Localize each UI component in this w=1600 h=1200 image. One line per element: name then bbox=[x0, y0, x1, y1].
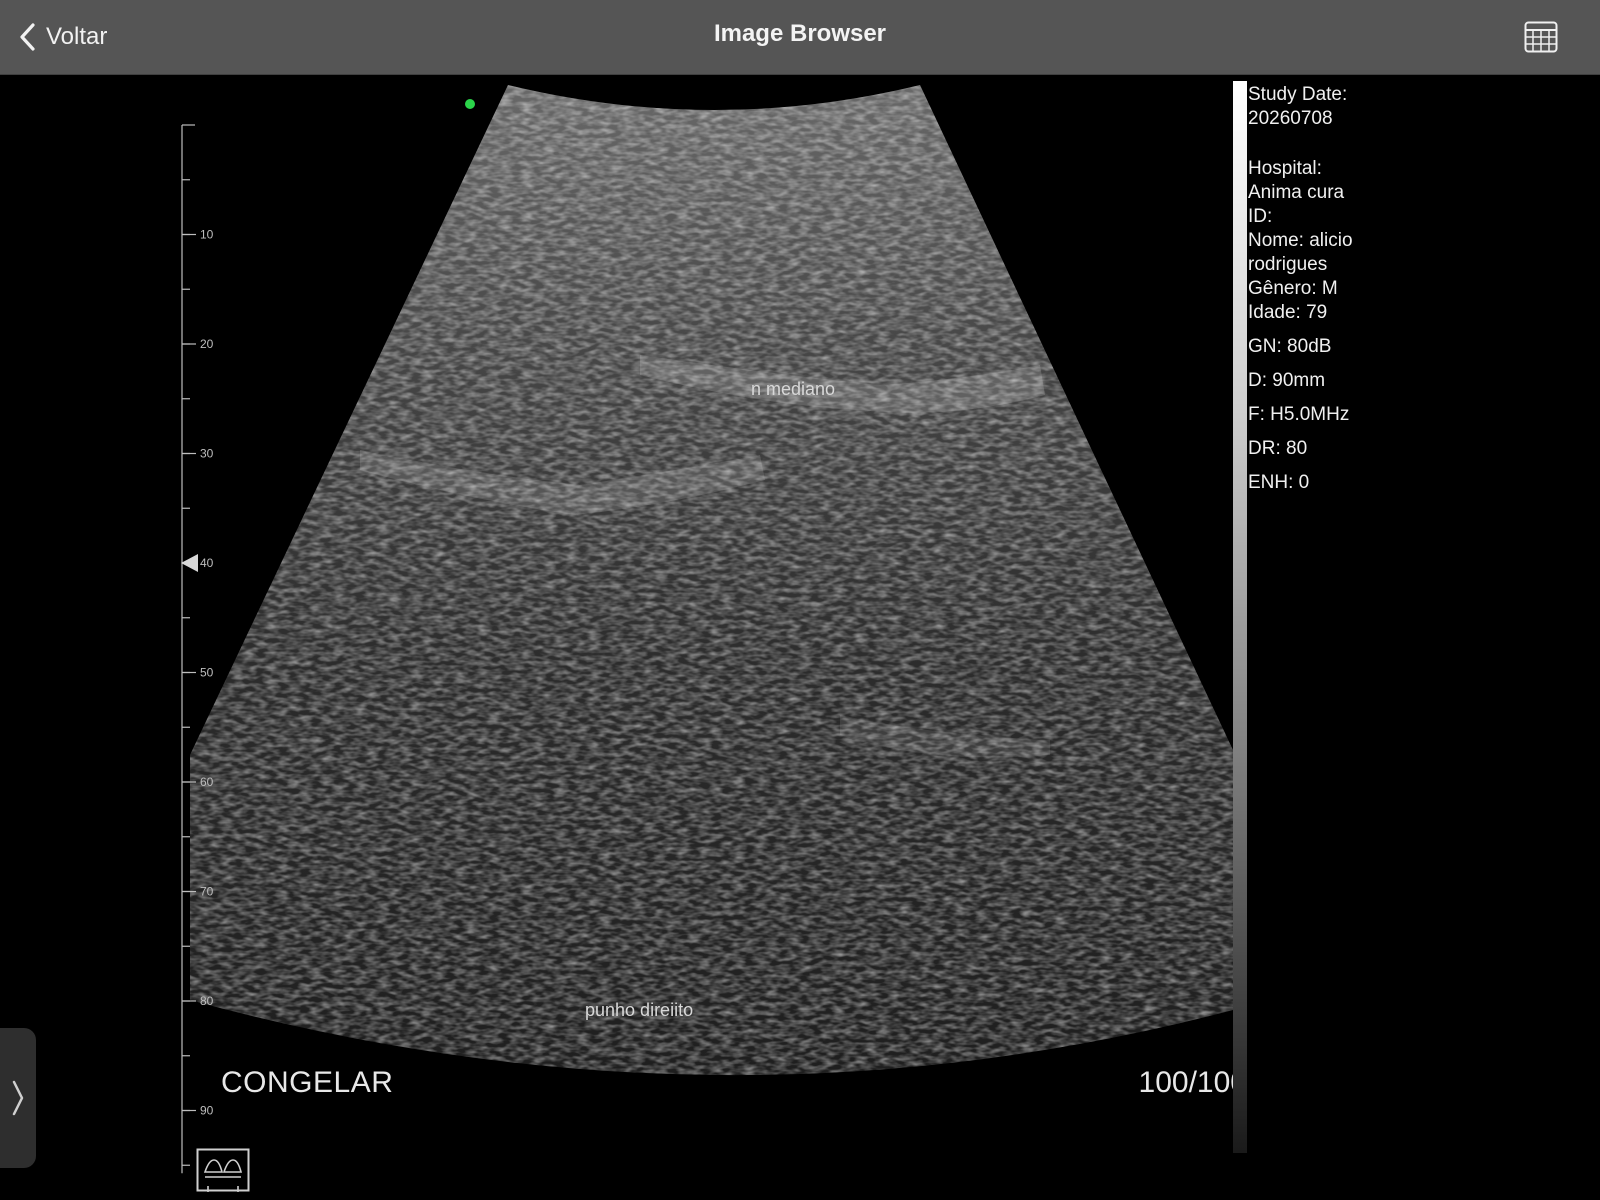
hospital-name: Anima cura bbox=[1248, 182, 1345, 203]
patient-name: Nome: alicio rodrigues bbox=[1248, 230, 1353, 275]
page-title: Image Browser bbox=[713, 20, 887, 47]
ruler-tick-label: 90 bbox=[200, 1104, 214, 1118]
freeze-status: CONGELAR bbox=[221, 1066, 394, 1099]
navigation-bar: Voltar Image Browser bbox=[0, 0, 1600, 75]
ruler-tick-label: 70 bbox=[200, 885, 214, 899]
ruler-tick-label: 40 bbox=[200, 556, 214, 570]
ultrasound-viewer[interactable]: 10 20 30 40 50 60 70 80 90 n mediano punho direi… bbox=[0, 75, 1600, 1200]
ruler-tick-label: 20 bbox=[200, 337, 214, 351]
grayscale-bar bbox=[1233, 81, 1247, 1153]
patient-gender: Gênero: M bbox=[1248, 278, 1338, 299]
hospital-label: Hospital: bbox=[1248, 158, 1322, 179]
patient-age: Idade: 79 bbox=[1248, 302, 1328, 323]
ruler-tick-label: 50 bbox=[200, 666, 214, 680]
ultrasound-probe-icon[interactable] bbox=[196, 1148, 250, 1194]
ruler-tick-label: 60 bbox=[200, 775, 214, 789]
chevron-right-icon bbox=[12, 1080, 24, 1116]
study-date: 20260708 bbox=[1248, 108, 1333, 129]
orientation-marker bbox=[465, 99, 475, 109]
patient-id-label: ID: bbox=[1248, 206, 1273, 227]
ruler-tick-label: 30 bbox=[200, 447, 214, 461]
study-date-label: Study Date: bbox=[1248, 84, 1348, 105]
frequency-value: F: H5.0MHz bbox=[1248, 404, 1350, 425]
frame-counter: 100/100 bbox=[1138, 1066, 1247, 1099]
annotation-label: n mediano bbox=[751, 379, 836, 399]
ruler-tick-label: 10 bbox=[200, 228, 214, 242]
enhancement-value: ENH: 0 bbox=[1248, 472, 1310, 493]
depth-value: D: 90mm bbox=[1248, 370, 1326, 391]
dynamic-range-value: DR: 80 bbox=[1248, 438, 1308, 459]
ruler-tick-label: 80 bbox=[200, 994, 214, 1008]
grid-table-icon[interactable] bbox=[1524, 21, 1558, 53]
depth-ruler: 10 20 30 40 50 60 70 80 90 bbox=[181, 124, 214, 1174]
focus-marker[interactable] bbox=[181, 554, 198, 572]
gain-value: GN: 80dB bbox=[1248, 336, 1332, 357]
side-panel-toggle[interactable] bbox=[0, 1028, 36, 1168]
annotation-label: punho direiito bbox=[585, 1000, 694, 1020]
patient-info-panel: Study Date: 20260708 Hospital: Anima cur… bbox=[1248, 83, 1398, 495]
